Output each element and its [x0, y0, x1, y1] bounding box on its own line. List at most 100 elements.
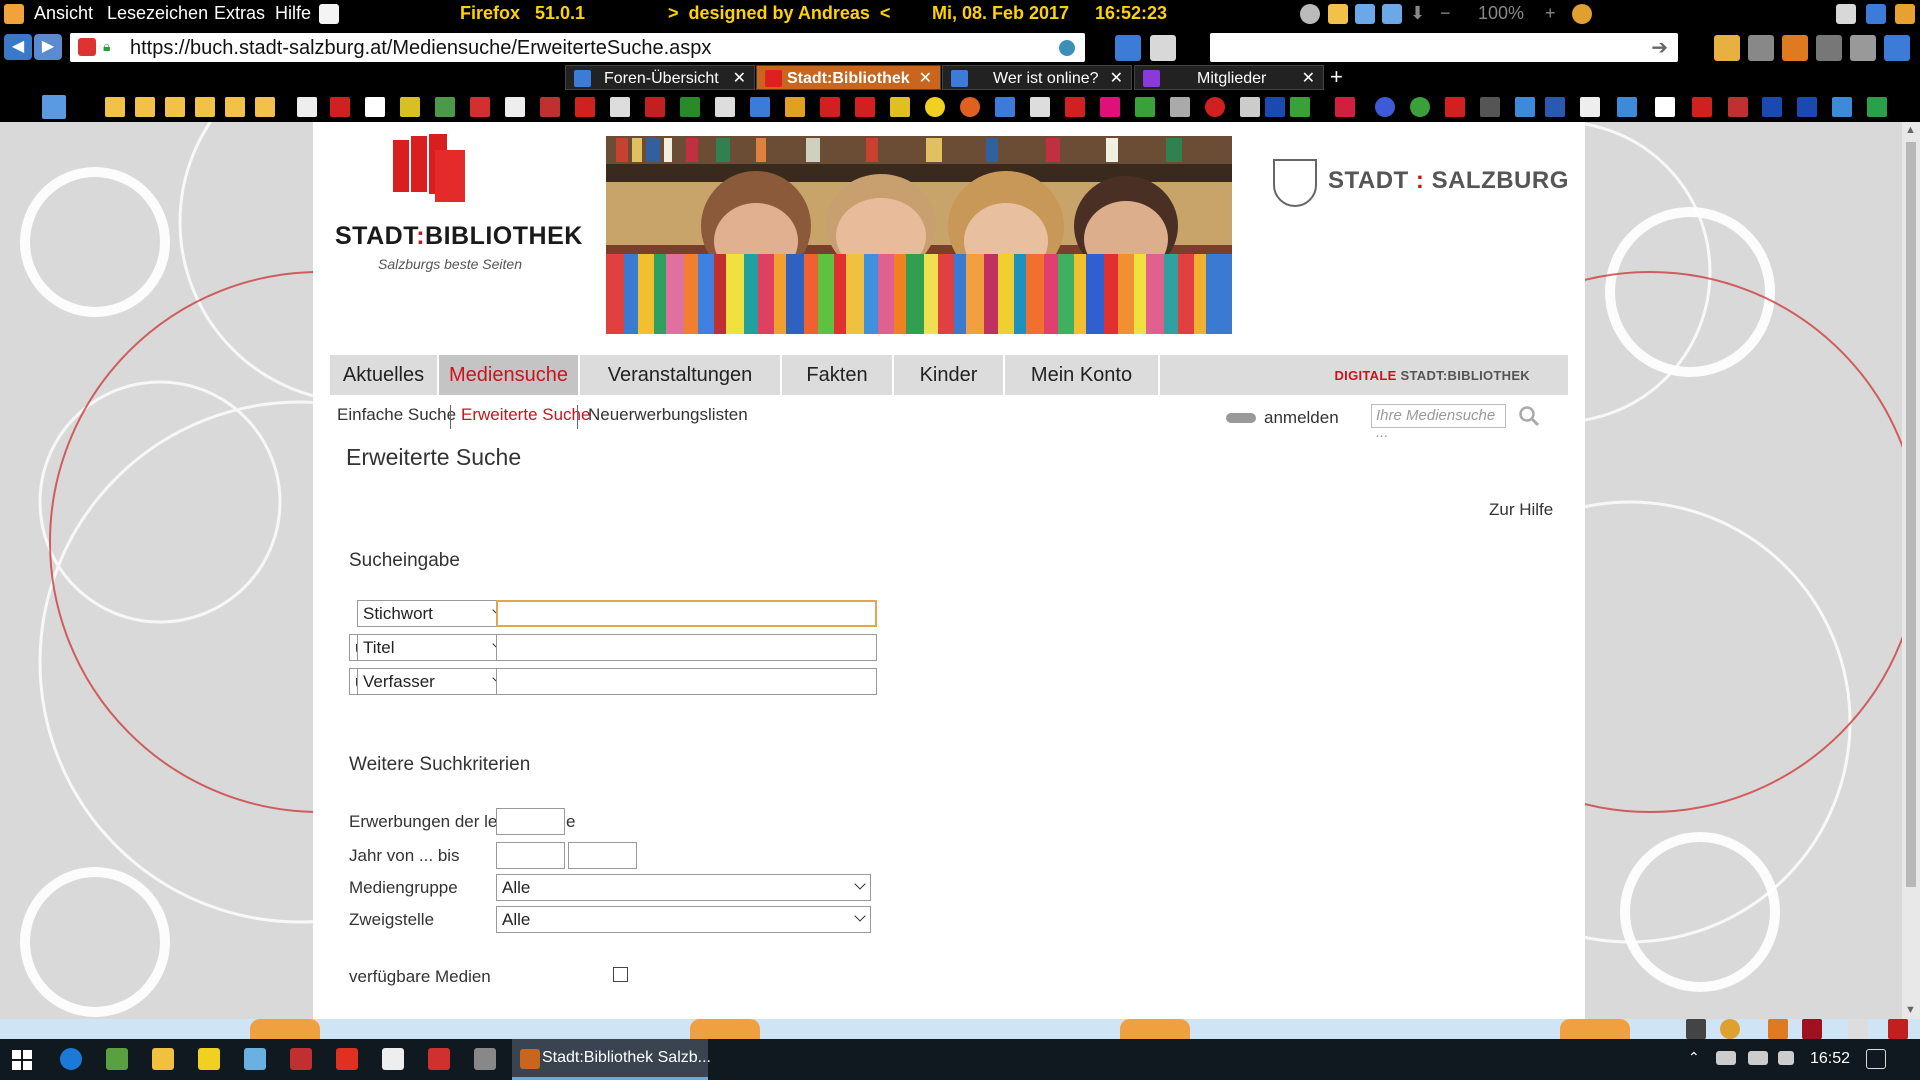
back-icon[interactable]: ◀: [4, 34, 32, 60]
sync-icon[interactable]: [1884, 35, 1910, 61]
edge-icon[interactable]: [60, 1048, 82, 1070]
search-icon[interactable]: [1518, 405, 1540, 427]
bookmark-icon[interactable]: [855, 97, 875, 117]
filezilla-icon[interactable]: [198, 1048, 220, 1070]
firefox-icon[interactable]: [4, 4, 24, 24]
menu-lesezeichen[interactable]: Lesezeichen: [107, 3, 208, 24]
bookmark-telekom-icon[interactable]: [1100, 97, 1120, 117]
bookmark-icon[interactable]: [1445, 97, 1465, 117]
url-bar[interactable]: 🔒︎ https://buch.stadt-salzburg.at/Medien…: [70, 33, 1085, 62]
search-input[interactable]: ➔: [1210, 33, 1678, 62]
bookmark-icon[interactable]: [1580, 97, 1600, 117]
media-group-select[interactable]: Alle: [496, 874, 871, 901]
menu-extras[interactable]: Extras: [214, 3, 265, 24]
tab-mitglieder[interactable]: Mitglieder ✕: [1134, 65, 1324, 90]
notification-center-icon[interactable]: [1866, 1049, 1886, 1069]
year-to-input[interactable]: [568, 842, 637, 869]
quick-search-input[interactable]: Ihre Mediensuche ...: [1371, 404, 1506, 441]
screenshot-icon[interactable]: [1115, 35, 1141, 61]
app-icon[interactable]: [382, 1048, 404, 1070]
close-icon[interactable]: ✕: [1110, 66, 1123, 91]
bookmark-icon[interactable]: [1832, 97, 1852, 117]
bookmark-icon[interactable]: [1375, 97, 1395, 117]
menu-icon[interactable]: [1816, 35, 1842, 61]
calendar-icon[interactable]: [1150, 35, 1176, 61]
bookmark-icon[interactable]: [1170, 97, 1190, 117]
bookmark-icon[interactable]: [1290, 97, 1310, 117]
bookmark-icon[interactable]: [1065, 97, 1085, 117]
addon-icon[interactable]: [1895, 4, 1915, 24]
status-s-icon[interactable]: [1686, 1019, 1706, 1039]
year-from-input[interactable]: [496, 842, 565, 869]
windows-start-icon[interactable]: [12, 1050, 32, 1070]
bookmark-bz-icon[interactable]: [297, 97, 317, 117]
zoom-level[interactable]: 100%: [1478, 3, 1524, 24]
bookmark-icon[interactable]: [435, 97, 455, 117]
nav-veranstaltungen[interactable]: Veranstaltungen: [580, 355, 782, 395]
folder-blue-icon[interactable]: [1382, 4, 1402, 24]
search-term-input-2[interactable]: [496, 634, 877, 661]
network-icon[interactable]: [1748, 1051, 1768, 1065]
tab-wer-ist-online[interactable]: Wer ist online? ✕: [942, 65, 1132, 90]
field-select-1[interactable]: Stichwort: [357, 600, 509, 627]
bookmark-windows-icon[interactable]: [1617, 97, 1637, 117]
bookmark-icon[interactable]: [1545, 97, 1565, 117]
bookmark-icon[interactable]: [750, 97, 770, 117]
nav-aktuelles[interactable]: Aktuelles: [330, 355, 439, 395]
tools-icon[interactable]: [1850, 35, 1876, 61]
app-icon[interactable]: [474, 1048, 496, 1070]
search-term-input-1[interactable]: [496, 600, 877, 627]
bookmark-ebay-icon[interactable]: [1728, 97, 1748, 117]
bookmark-info-icon[interactable]: [1265, 97, 1285, 117]
download-arrow-icon[interactable]: ⬇: [1410, 3, 1425, 24]
bookmark-mail-icon[interactable]: [365, 97, 385, 117]
available-media-checkbox[interactable]: [613, 967, 628, 982]
help-link[interactable]: Zur Hilfe: [1489, 500, 1553, 520]
subnav-neuerwerbungslisten[interactable]: Neuerwerbungslisten: [588, 405, 748, 425]
bookmark-folder-icon[interactable]: [105, 97, 125, 117]
app-icon[interactable]: [290, 1048, 312, 1070]
bookmark-icon[interactable]: [505, 97, 525, 117]
field-select-2[interactable]: Titel: [357, 634, 509, 661]
notepad-icon[interactable]: [319, 4, 339, 24]
menu-hilfe[interactable]: Hilfe: [275, 3, 311, 24]
close-icon[interactable]: ✕: [919, 66, 932, 91]
reader-icon[interactable]: [1059, 40, 1075, 56]
taskbar-firefox-window[interactable]: Stadt:Bibliothek Salzb...: [512, 1039, 711, 1080]
folder-icon[interactable]: [1328, 4, 1348, 24]
bookmark-folder-icon[interactable]: [225, 97, 245, 117]
home-icon[interactable]: [1748, 35, 1774, 61]
nav-kinder[interactable]: Kinder: [894, 355, 1005, 395]
nav-fakten[interactable]: Fakten: [782, 355, 894, 395]
bookmark-ebay-icon[interactable]: [540, 97, 560, 117]
bookmark-icon[interactable]: [1335, 97, 1355, 117]
file-explorer-icon[interactable]: [152, 1048, 174, 1070]
scroll-up-icon[interactable]: ▲: [1905, 124, 1916, 136]
status-p-icon[interactable]: [1888, 1019, 1908, 1039]
restore-window-icon[interactable]: [1836, 4, 1856, 24]
field-select-3[interactable]: Verfasser: [357, 668, 509, 695]
search-go-icon[interactable]: ➔: [1651, 35, 1668, 60]
bookmark-icon[interactable]: [1480, 97, 1500, 117]
close-icon[interactable]: ✕: [733, 66, 746, 91]
bookmark-windows-icon[interactable]: [1515, 97, 1535, 117]
search-term-input-3[interactable]: [496, 668, 877, 695]
lock-icon[interactable]: 🔒︎: [103, 38, 117, 56]
branch-select[interactable]: Alle: [496, 906, 871, 933]
library-logo-icon[interactable]: [393, 132, 468, 207]
bookmark-icon[interactable]: [1655, 97, 1675, 117]
scrollbar-thumb[interactable]: [1906, 142, 1916, 887]
bookmark-folder-icon[interactable]: [255, 97, 275, 117]
volume-icon[interactable]: [1778, 1051, 1794, 1065]
battery-icon[interactable]: [1716, 1051, 1736, 1065]
minimize-icon[interactable]: [1866, 4, 1886, 24]
bookmark-icon[interactable]: [575, 97, 595, 117]
forward-icon[interactable]: ▶: [34, 34, 62, 60]
nav-mediensuche[interactable]: Mediensuche: [439, 355, 580, 395]
bookmark-download-icon[interactable]: [680, 97, 700, 117]
scroll-down-icon[interactable]: ▼: [1905, 1004, 1916, 1016]
zoom-out-icon[interactable]: −: [1440, 3, 1451, 24]
rss-icon[interactable]: [1782, 35, 1808, 61]
tab-foren[interactable]: Foren-Übersicht ✕: [565, 65, 755, 90]
window-icon[interactable]: [1355, 4, 1375, 24]
